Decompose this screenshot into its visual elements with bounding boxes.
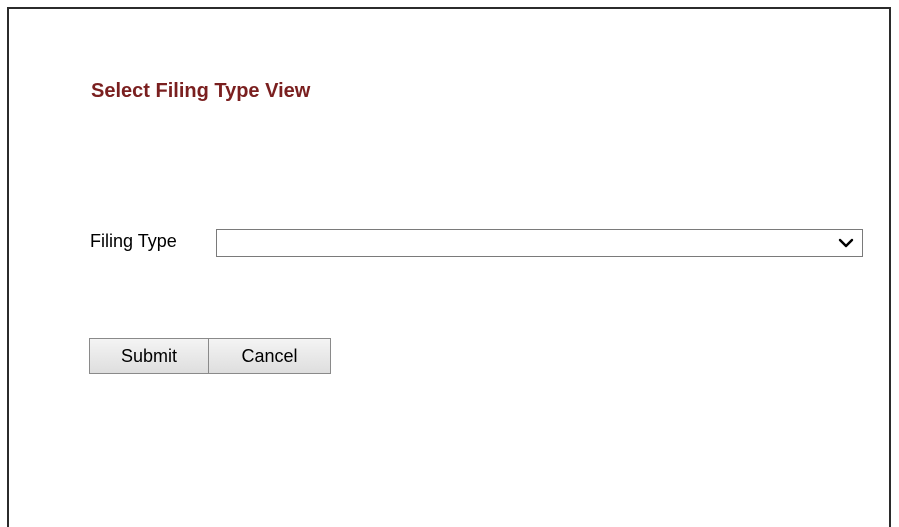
panel-frame: Select Filing Type View Filing Type Subm…	[7, 7, 891, 527]
page-title: Select Filing Type View	[91, 80, 311, 102]
chevron-down-icon	[838, 238, 854, 248]
filing-type-label: Filing Type	[90, 231, 177, 251]
filing-type-select[interactable]	[216, 229, 863, 257]
submit-button[interactable]: Submit	[89, 338, 209, 374]
cancel-button[interactable]: Cancel	[208, 338, 331, 374]
